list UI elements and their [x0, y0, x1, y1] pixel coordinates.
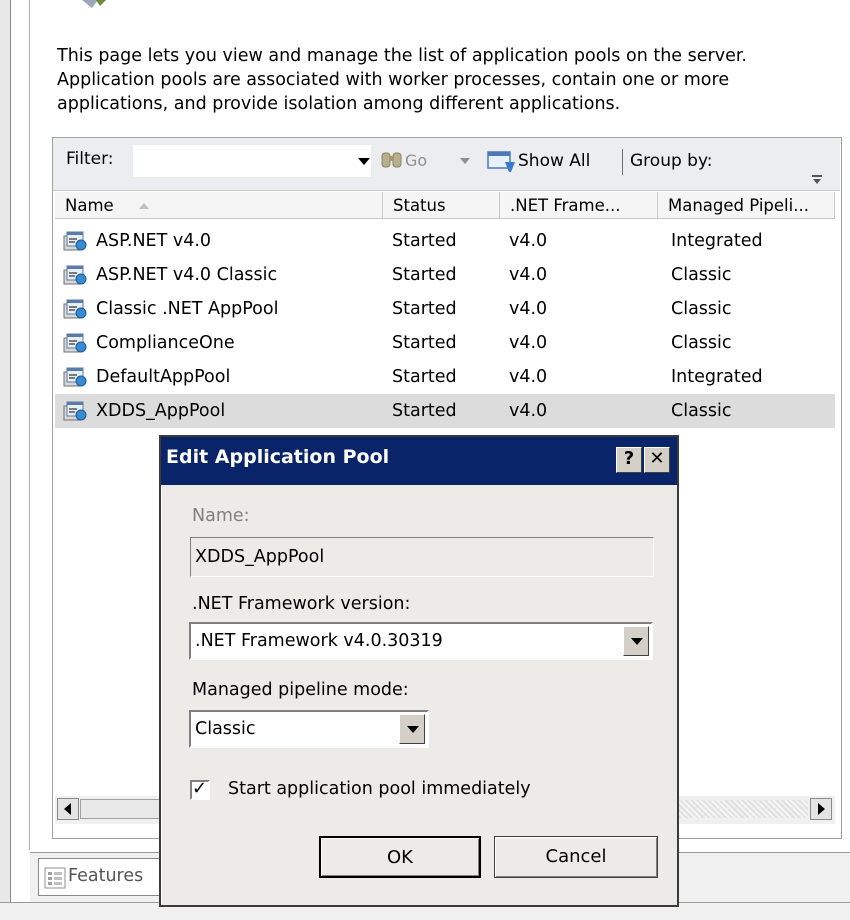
cell-status: Started [392, 401, 457, 421]
app-pool-icon [62, 330, 88, 354]
name-field: XDDS_AppPool [190, 537, 654, 577]
window-frame-gutter [12, 0, 30, 919]
cell-name: DefaultAppPool [96, 367, 231, 387]
show-all-icon[interactable] [485, 148, 517, 174]
cell-status: Started [392, 367, 457, 387]
column-header-status[interactable]: Status [383, 192, 500, 219]
framework-version-label: .NET Framework version: [192, 594, 411, 614]
go-button[interactable]: Go [405, 151, 427, 170]
filter-input[interactable] [133, 145, 371, 177]
group-by-dropdown-icon[interactable] [812, 175, 822, 185]
cell-pipeline: Classic [671, 299, 732, 319]
scroll-right-button[interactable] [810, 798, 832, 820]
cell-framework: v4.0 [509, 401, 548, 421]
panel-divider [29, 0, 30, 850]
cell-framework: v4.0 [509, 367, 548, 387]
app-pool-icon [62, 262, 88, 286]
go-dropdown-icon[interactable] [460, 157, 470, 165]
arrow-left-icon [64, 803, 71, 815]
cell-name: Classic .NET AppPool [96, 299, 279, 319]
cell-name: ASP.NET v4.0 Classic [96, 265, 278, 285]
pipeline-mode-select[interactable]: Classic [189, 710, 429, 748]
ok-button[interactable]: OK [319, 836, 481, 878]
cancel-button[interactable]: Cancel [494, 836, 658, 878]
scroll-left-button[interactable] [57, 798, 79, 820]
cell-framework: v4.0 [509, 231, 548, 251]
feature-icon-partial [82, 0, 106, 8]
cell-pipeline: Classic [671, 401, 732, 421]
filter-dropdown-icon[interactable] [358, 156, 370, 166]
cell-name: ASP.NET v4.0 [96, 231, 212, 251]
cell-status: Started [392, 231, 457, 251]
app-pool-icon [62, 296, 88, 320]
cell-framework: v4.0 [509, 299, 548, 319]
features-view-label: Features [68, 866, 144, 886]
cell-name: ComplianceOne [96, 333, 235, 353]
framework-version-select[interactable]: .NET Framework v4.0.30319 [189, 622, 653, 660]
group-by-label[interactable]: Group by: [630, 151, 713, 171]
cell-status: Started [392, 265, 457, 285]
cell-name: XDDS_AppPool [96, 401, 226, 421]
window-frame-left [0, 0, 11, 919]
dialog-title: Edit Application Pool [166, 446, 390, 468]
features-view-icon [44, 867, 66, 889]
framework-version-value: .NET Framework v4.0.30319 [195, 631, 443, 651]
cell-pipeline: Classic [671, 265, 732, 285]
top-strip [30, 0, 850, 20]
page-description: This page lets you view and manage the l… [57, 46, 747, 114]
app-pool-icon [62, 228, 88, 252]
cell-pipeline: Classic [671, 333, 732, 353]
app-pool-icon [62, 398, 88, 422]
checkmark-icon: ✓ [192, 778, 208, 799]
chevron-down-icon[interactable] [623, 626, 649, 656]
help-button[interactable]: ? [616, 447, 642, 473]
column-header-name[interactable]: Name [55, 192, 383, 219]
filter-label: Filter: [66, 149, 114, 169]
toolbar-separator [622, 149, 623, 175]
arrow-right-icon [818, 803, 825, 815]
column-header-pipeline[interactable]: Managed Pipeli... [658, 192, 835, 219]
cell-pipeline: Integrated [671, 367, 763, 387]
name-label: Name: [192, 506, 250, 526]
column-header-framework[interactable]: .NET Frame... [500, 192, 658, 219]
chevron-down-icon[interactable] [399, 714, 425, 744]
cell-framework: v4.0 [509, 265, 548, 285]
close-button[interactable]: ✕ [644, 447, 670, 473]
cell-framework: v4.0 [509, 333, 548, 353]
sort-ascending-icon [139, 203, 149, 209]
cell-pipeline: Integrated [671, 231, 763, 251]
pipeline-mode-value: Classic [195, 719, 256, 739]
cell-status: Started [392, 333, 457, 353]
scroll-thumb[interactable] [80, 799, 170, 819]
cell-status: Started [392, 299, 457, 319]
start-immediately-label[interactable]: Start application pool immediately [228, 779, 531, 799]
binoculars-icon[interactable] [380, 149, 404, 171]
show-all-button[interactable]: Show All [518, 151, 590, 171]
app-pool-icon [62, 364, 88, 388]
pipeline-mode-label: Managed pipeline mode: [192, 680, 409, 700]
